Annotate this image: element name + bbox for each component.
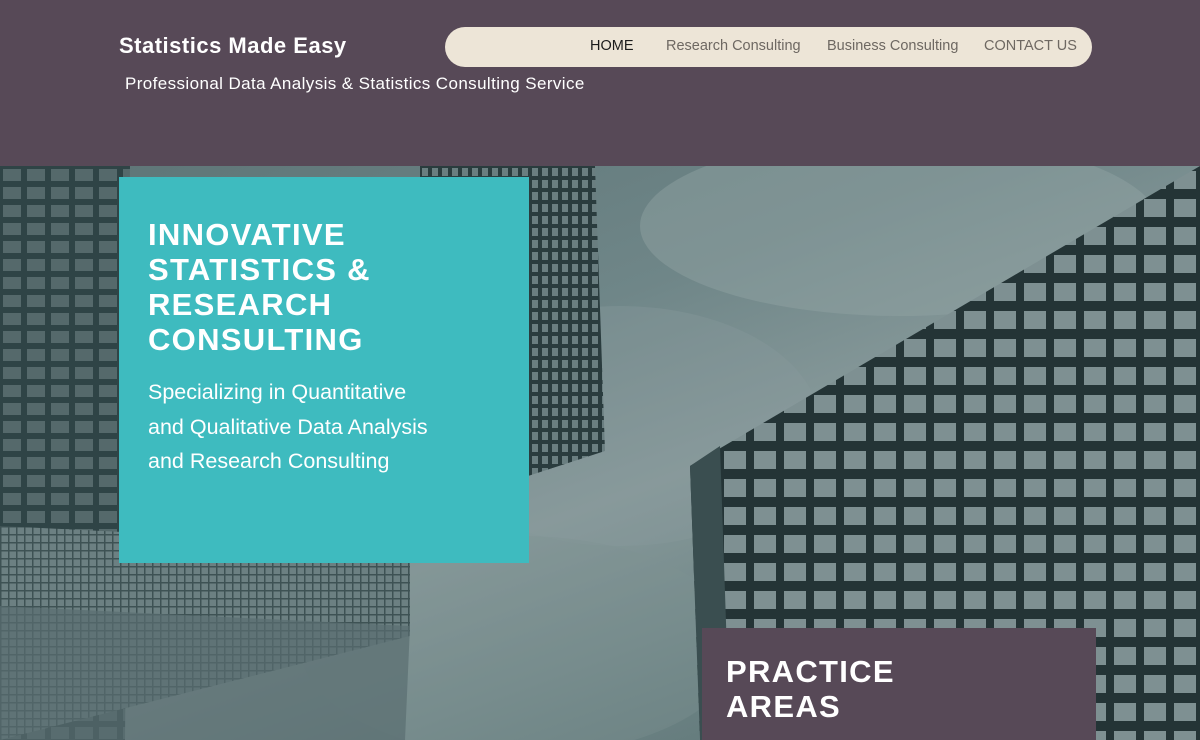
nav-item-business-consulting[interactable]: Business Consulting: [827, 38, 958, 54]
practice-areas-card: PRACTICE AREAS: [702, 628, 1096, 740]
main-nav: HOME Research Consulting Business Consul…: [445, 27, 1092, 67]
site-header: Statistics Made Easy Professional Data A…: [0, 0, 1200, 166]
nav-item-research-consulting[interactable]: Research Consulting: [666, 38, 801, 54]
nav-item-contact-us[interactable]: CONTACT US: [984, 38, 1077, 54]
hero-card: INNOVATIVE STATISTICS & RESEARCH CONSULT…: [119, 177, 529, 563]
nav-item-home[interactable]: HOME: [590, 38, 634, 54]
hero-subtitle: Specializing in Quantitative and Qualita…: [148, 380, 428, 473]
site-tagline: Professional Data Analysis & Statistics …: [125, 74, 585, 93]
hero-title: INNOVATIVE STATISTICS & RESEARCH CONSULT…: [148, 217, 371, 357]
practice-areas-title: PRACTICE AREAS: [726, 654, 895, 724]
site-title[interactable]: Statistics Made Easy: [119, 33, 347, 59]
